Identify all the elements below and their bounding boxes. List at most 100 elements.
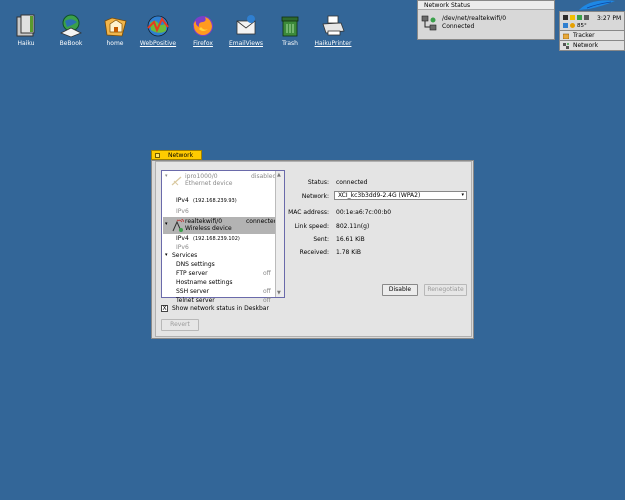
window-tab[interactable]: Network	[151, 150, 202, 160]
ethernet-status: disabled	[251, 173, 277, 180]
volume-icon[interactable]	[584, 15, 589, 20]
workspace-icon[interactable]	[563, 23, 568, 28]
network-select[interactable]: XCI_kc3b3dd9-2.4G (WPA2) ▾	[334, 191, 467, 200]
network-status-title: Network Status	[418, 1, 554, 10]
renegotiate-button[interactable]: Renegotiate	[424, 284, 467, 296]
desktop-icon-haikuprinter[interactable]: HaikuPrinter	[308, 13, 358, 47]
service-name: DNS settings	[176, 261, 215, 268]
haiku-disk-icon	[16, 14, 35, 37]
desktop-icon-haiku[interactable]: Haiku	[1, 13, 51, 47]
network-connected-icon	[421, 15, 437, 31]
checkbox-box[interactable]: X	[161, 305, 168, 312]
deskbar-leaf-menu[interactable]	[559, 0, 625, 11]
window-frame: ▾ ipro1000/0 disabled Ethernet device IP…	[151, 160, 474, 339]
deskbar-entry-label: Network	[573, 42, 599, 49]
service-name: Telnet server	[176, 297, 215, 304]
deskbar-temperature: 85°	[577, 23, 587, 29]
list-scrollbar[interactable]: ▲ ▼	[275, 171, 284, 297]
status-value: connected	[336, 179, 368, 186]
desktop-icon-webpositive[interactable]: WebPositive	[133, 13, 183, 47]
chevron-down-icon: ▾	[461, 192, 464, 198]
service-name: SSH server	[176, 288, 210, 295]
list-item-wireless-selected[interactable]: ▾ realtekwifi/0 connected Wireless devic…	[163, 217, 278, 234]
ipv4-address: (192.168.239.93)	[193, 198, 237, 204]
revert-button[interactable]: Revert	[161, 319, 199, 331]
interface-list[interactable]: ▾ ipro1000/0 disabled Ethernet device IP…	[161, 170, 285, 304]
link-speed-value: 802.11n(g)	[336, 223, 370, 230]
deskbar-entry-network[interactable]: Network	[559, 41, 625, 51]
desktop-icon-label: EmailViews	[228, 40, 263, 47]
wireless-name: realtekwifi/0	[185, 218, 223, 225]
disable-button[interactable]: Disable	[382, 284, 418, 296]
ipv6-label: IPv6	[176, 244, 189, 251]
home-folder-icon	[104, 17, 127, 37]
desktop-icon-label: HaikuPrinter	[314, 40, 352, 47]
desktop-icon-emailviews[interactable]: EmailViews	[221, 13, 271, 47]
service-status: off	[263, 270, 271, 277]
service-name: Hostname settings	[176, 279, 233, 286]
list-item-ethernet[interactable]: ▾ ipro1000/0 disabled Ethernet device	[162, 173, 276, 189]
weather-icon	[570, 23, 575, 28]
ipv4-label: IPv4	[176, 235, 189, 242]
network-label: Network:	[301, 193, 329, 200]
wireless-connected-icon	[172, 219, 184, 232]
sent-value: 16.61 KiB	[336, 236, 365, 243]
bebook-icon	[60, 14, 82, 38]
scroll-up-icon[interactable]: ▲	[277, 172, 281, 178]
firefox-icon	[193, 16, 213, 36]
ethernet-disabled-icon	[171, 176, 182, 186]
wireless-type: Wireless device	[185, 225, 232, 232]
link-speed-label: Link speed:	[294, 223, 329, 230]
battery-icon[interactable]	[570, 15, 575, 20]
desktop-icon-label: Trash	[282, 40, 298, 47]
ethernet-name: ipro1000/0	[185, 173, 218, 180]
printer-icon	[322, 15, 345, 36]
window-title: Network	[168, 152, 194, 159]
network-preferences-window: Network ▾ ipro1000/0 disabled Ethernet d…	[151, 150, 474, 339]
window-content: ▾ ipro1000/0 disabled Ethernet device IP…	[155, 161, 472, 337]
tracker-icon	[563, 33, 569, 39]
sent-label: Sent:	[313, 236, 329, 243]
desktop-icon-label: WebPositive	[139, 40, 177, 47]
ipv4-address: (192.168.239.102)	[193, 236, 240, 242]
deskbar-tray: 3:27 PM 85°	[559, 11, 625, 31]
cpu-monitor-icon[interactable]	[563, 15, 568, 20]
mac-value: 00:1e:a6:7c:00:b0	[336, 209, 392, 216]
network-status-replicant[interactable]: Network Status /dev/net/realtekwifi/0 Co…	[417, 0, 555, 40]
service-name: FTP server	[176, 270, 208, 277]
network-icon	[563, 42, 569, 49]
window-close-button[interactable]	[155, 153, 160, 158]
status-label: Status:	[307, 179, 329, 186]
webpositive-icon	[147, 15, 169, 37]
desktop-icon-label: BeBook	[59, 40, 83, 47]
deskbar-clock[interactable]: 3:27 PM	[597, 15, 621, 22]
collapse-arrow-icon[interactable]: ▾	[165, 221, 168, 227]
desktop-icon-bebook[interactable]: BeBook	[46, 13, 96, 47]
ethernet-type: Ethernet device	[185, 180, 233, 187]
emailviews-icon	[236, 15, 256, 35]
deskbar-entry-tracker[interactable]: Tracker	[559, 31, 625, 41]
ipv4-label: IPv4	[176, 197, 189, 204]
collapse-arrow-icon[interactable]: ▾	[165, 173, 168, 179]
collapse-arrow-icon[interactable]: ▾	[165, 252, 168, 258]
show-in-deskbar-checkbox[interactable]: X Show network status in Deskbar	[161, 305, 269, 312]
network-status-device: /dev/net/realtekwifi/0	[442, 15, 507, 22]
desktop-icon-label: Firefox	[193, 40, 213, 47]
network-status-state: Connected	[442, 23, 475, 30]
checkbox-label: Show network status in Deskbar	[172, 305, 269, 312]
desktop-icon-label: home	[106, 40, 124, 47]
received-value: 1.78 KiB	[336, 249, 361, 256]
ipv6-label: IPv6	[176, 208, 189, 215]
network-tray-icon[interactable]	[577, 15, 582, 20]
service-status: off	[263, 288, 271, 295]
desktop-icon-label: Haiku	[17, 40, 35, 47]
services-label: Services	[172, 252, 198, 259]
received-label: Received:	[299, 249, 329, 256]
wireless-status: connected	[246, 218, 278, 225]
scroll-down-icon[interactable]: ▼	[277, 290, 281, 296]
deskbar-entry-label: Tracker	[573, 32, 595, 39]
haiku-leaf-icon	[579, 0, 615, 10]
network-select-value: XCI_kc3b3dd9-2.4G (WPA2)	[338, 192, 421, 199]
mac-label: MAC address:	[288, 209, 329, 216]
service-status: off	[263, 297, 271, 304]
